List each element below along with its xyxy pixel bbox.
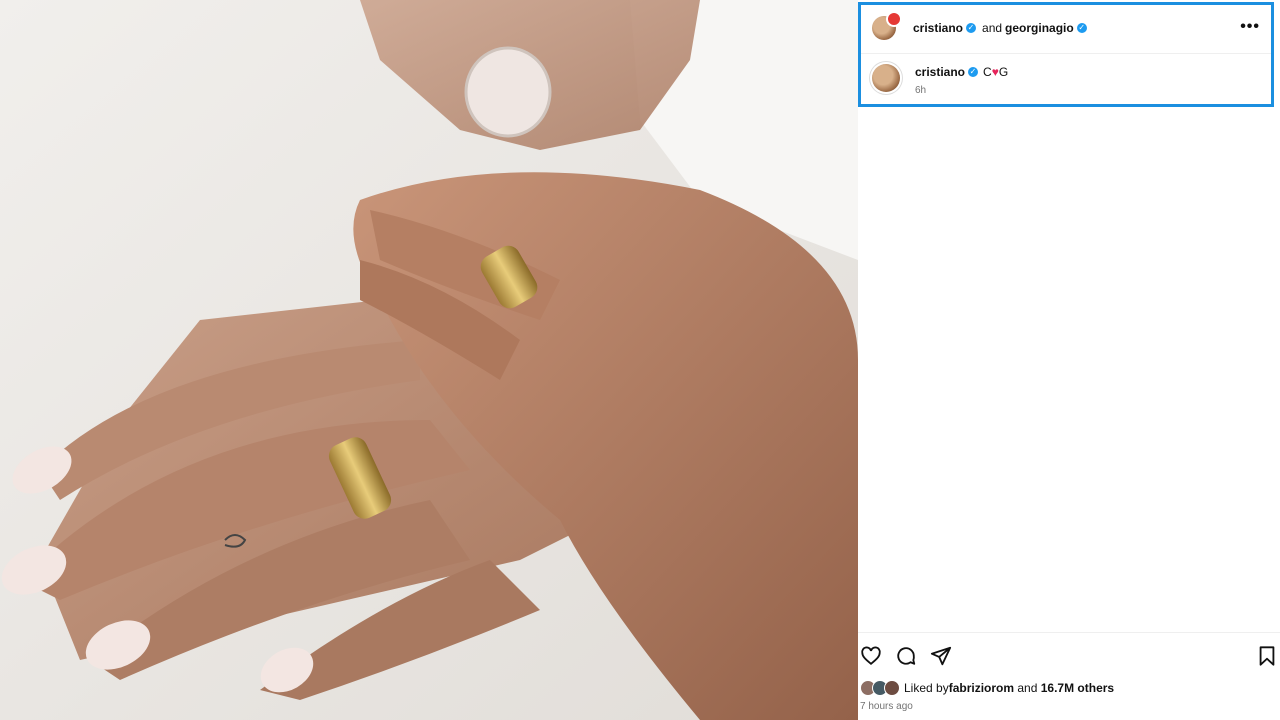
- caption-initial-c: C: [983, 65, 992, 79]
- caption-row: cristiano ✓ C♥G 6h: [872, 64, 1008, 96]
- action-bar: [858, 632, 1280, 677]
- heart-emoji-icon: ♥: [991, 65, 999, 79]
- verified-badge-icon: ✓: [1076, 23, 1087, 33]
- caption-timestamp[interactable]: 6h: [915, 85, 1008, 96]
- post-photo[interactable]: [0, 0, 858, 720]
- verified-badge-icon: ✓: [968, 67, 979, 77]
- comment-icon[interactable]: [895, 645, 917, 667]
- caption-avatar[interactable]: [872, 64, 900, 92]
- post-header: cristiano ✓ and georginagio ✓ •••: [872, 11, 1266, 44]
- story-badge: [886, 11, 902, 27]
- caption-initial-g: G: [998, 65, 1009, 79]
- liker-username-link[interactable]: fabriziorom: [949, 681, 1014, 695]
- likes-summary: Liked byfabriziorom and 16.7M others: [860, 680, 1114, 696]
- more-options-button[interactable]: •••: [1240, 18, 1260, 36]
- liker-avatar: [884, 680, 900, 696]
- collab-joiner: and: [982, 21, 1003, 35]
- caption-username-link[interactable]: cristiano: [915, 65, 965, 79]
- collaborator-username-link[interactable]: georginagio: [1005, 21, 1074, 35]
- likes-joiner: and: [1014, 681, 1041, 695]
- heart-outline-icon[interactable]: [860, 645, 882, 667]
- avatar[interactable]: [872, 11, 902, 40]
- caption-text: C♥G: [983, 65, 1008, 79]
- header-divider: [861, 53, 1271, 54]
- verified-badge-icon: ✓: [966, 23, 977, 33]
- post-side-panel: cristiano ✓ and georginagio ✓ ••• cristi…: [858, 0, 1280, 720]
- liked-by-label: Liked by: [904, 681, 949, 695]
- post-timestamp[interactable]: 7 hours ago: [860, 701, 913, 712]
- bookmark-icon[interactable]: [1256, 645, 1278, 667]
- send-icon[interactable]: [930, 645, 952, 667]
- likes-count-link[interactable]: 16.7M others: [1041, 681, 1114, 695]
- username-link[interactable]: cristiano: [913, 21, 963, 35]
- wedding-rings-photo: [0, 0, 858, 720]
